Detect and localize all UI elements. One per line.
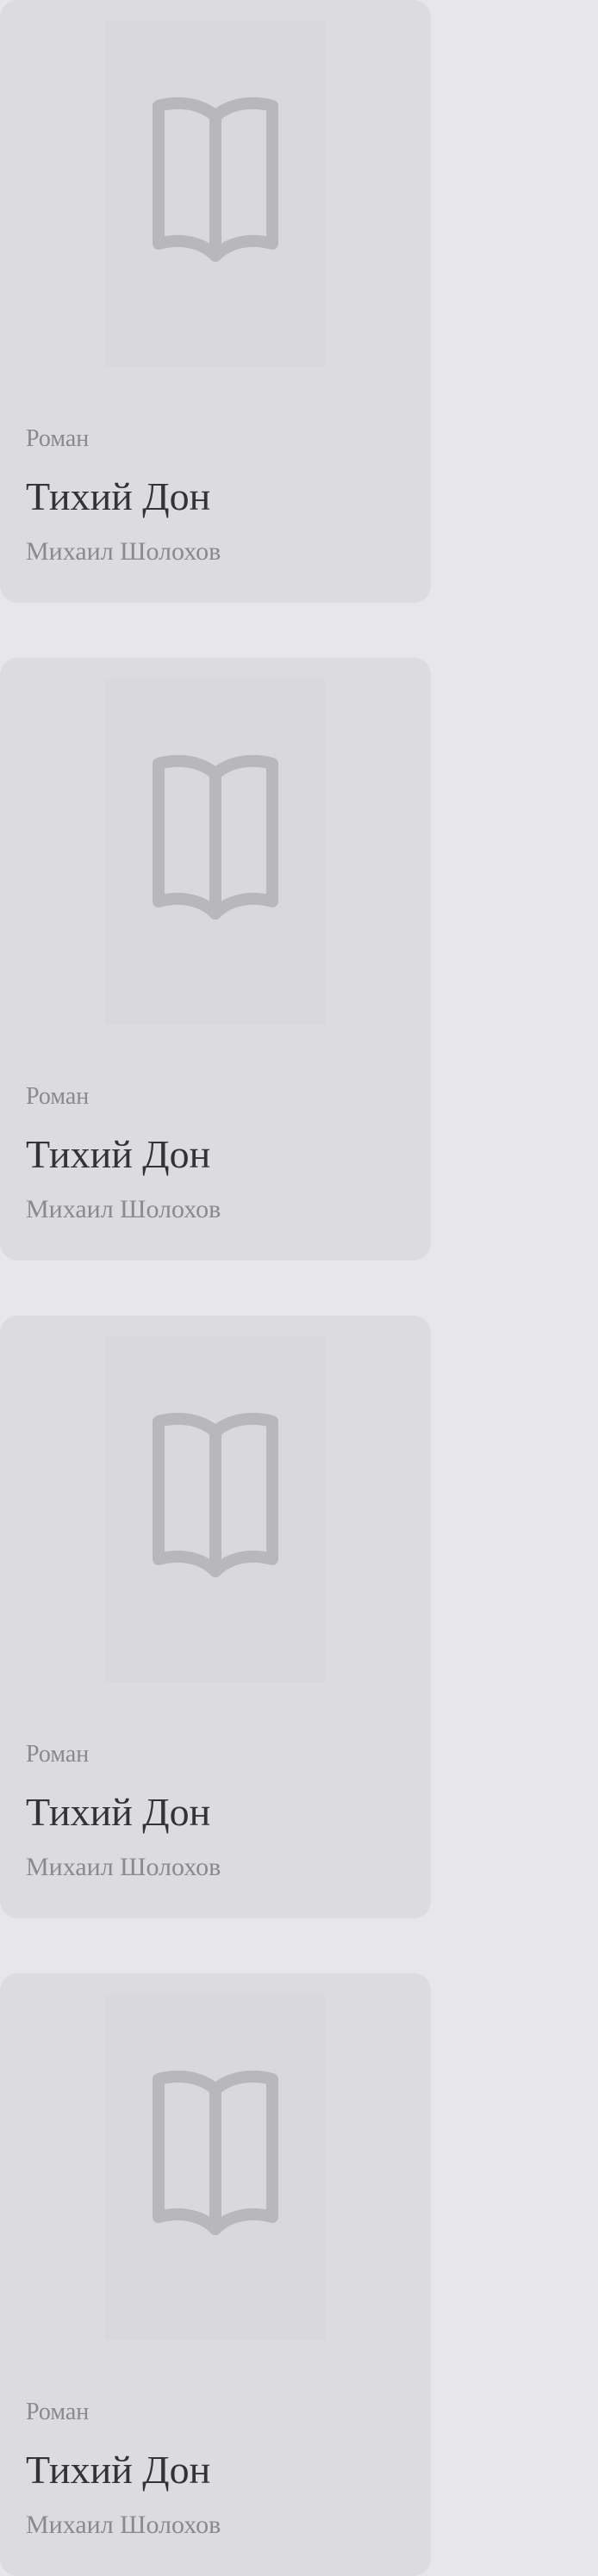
book-cover-placeholder — [105, 1994, 326, 2340]
book-cover-placeholder — [105, 1336, 326, 1682]
book-genre: Роман — [26, 1083, 90, 1110]
open-book-icon — [150, 96, 281, 274]
book-card[interactable]: Роман Тихий Дон Михаил Шолохов — [0, 0, 431, 603]
book-genre: Роман — [26, 2399, 90, 2425]
open-book-icon — [150, 2070, 281, 2247]
book-title: Тихий Дон — [26, 1132, 211, 1176]
book-author: Михаил Шолохов — [26, 1853, 221, 1881]
book-author: Михаил Шолохов — [26, 537, 221, 566]
book-card[interactable]: Роман Тихий Дон Михаил Шолохов — [0, 1316, 431, 1918]
book-title: Тихий Дон — [26, 1790, 211, 1834]
book-card[interactable]: Роман Тихий Дон Михаил Шолохов — [0, 658, 431, 1260]
open-book-icon — [150, 1412, 281, 1589]
book-cover-placeholder — [105, 21, 326, 367]
book-title: Тихий Дон — [26, 474, 211, 518]
book-author: Михаил Шолохов — [26, 2511, 221, 2539]
book-author: Михаил Шолохов — [26, 1195, 221, 1223]
open-book-icon — [150, 754, 281, 932]
book-genre: Роман — [26, 1741, 90, 1768]
book-card[interactable]: Роман Тихий Дон Михаил Шолохов — [0, 1973, 431, 2576]
book-genre: Роман — [26, 425, 90, 452]
book-title: Тихий Дон — [26, 2448, 211, 2492]
book-cover-placeholder — [105, 678, 326, 1025]
